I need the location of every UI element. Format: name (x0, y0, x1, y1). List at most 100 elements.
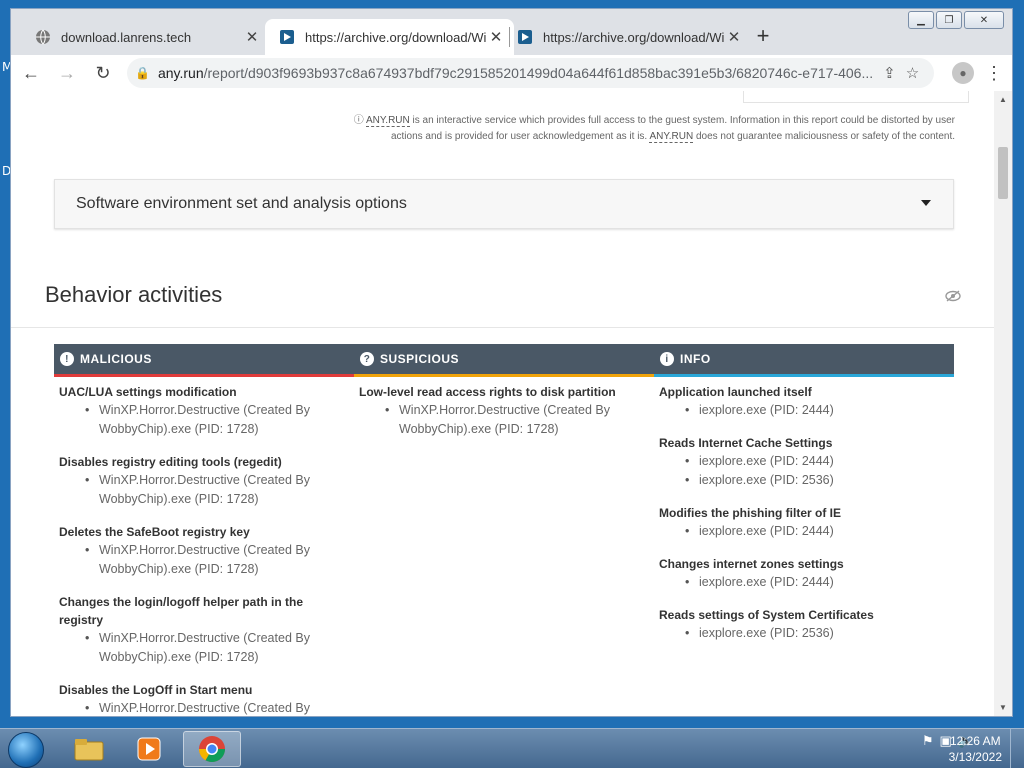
tab-archive-active[interactable]: https://archive.org/download/Wi ✕ (265, 19, 514, 55)
scroll-up-icon[interactable]: ▲ (994, 95, 1012, 104)
maximize-icon[interactable]: ❐ (936, 11, 962, 29)
process-entry[interactable]: WinXP.Horror.Destructive (Created By Wob… (59, 541, 349, 579)
tab-title: download.lanrens.tech (61, 29, 192, 45)
behavior-item[interactable]: UAC/LUA settings modification WinXP.Horro… (59, 383, 349, 439)
profile-avatar-icon[interactable]: ● (952, 62, 974, 84)
taskbar: ⚑ ▣ 🔈 12:26 AM 3/13/2022 (0, 728, 1024, 768)
behavior-item-title: Deletes the SafeBoot registry key (59, 525, 250, 539)
behavior-item-title: Modifies the phishing filter of IE (659, 506, 841, 520)
behavior-item[interactable]: Modifies the phishing filter of IE iexplo… (659, 504, 949, 541)
tab-close-icon[interactable]: ✕ (244, 28, 260, 46)
tab-strip: download.lanrens.tech ✕ https://archive.… (11, 9, 1012, 55)
taskbar-clock[interactable]: 12:26 AM 3/13/2022 (949, 733, 1002, 765)
minimize-icon[interactable]: ▁ (908, 11, 934, 29)
exclamation-icon: ! (60, 352, 74, 366)
explorer-icon[interactable] (60, 731, 118, 767)
bookmark-star-icon[interactable]: ☆ (906, 64, 919, 82)
media-player-icon[interactable] (120, 731, 178, 767)
behavior-item[interactable]: Changes internet zones settings iexplore.… (659, 555, 949, 592)
env-options-accordion[interactable]: Software environment set and analysis op… (54, 179, 954, 229)
process-entry[interactable]: iexplore.exe (PID: 2444) (659, 452, 949, 471)
divider (11, 327, 994, 328)
process-entry[interactable]: WinXP.Horror.Destructive (Created By Wob… (59, 629, 349, 667)
tab-title: https://archive.org/download/Wi (305, 29, 487, 45)
process-list: iexplore.exe (PID: 2444) (659, 573, 949, 592)
forward-arrow-icon[interactable]: → (51, 57, 83, 89)
scroll-down-icon[interactable]: ▼ (994, 703, 1012, 712)
process-list: WinXP.Horror.Destructive (Created By Wob… (359, 401, 649, 439)
browser-window: download.lanrens.tech ✕ https://archive.… (10, 8, 1013, 717)
process-list: iexplore.exe (PID: 2444) (659, 401, 949, 420)
behavior-item-title: Low-level read access rights to disk par… (359, 385, 616, 399)
behavior-item[interactable]: Application launched itself iexplore.exe … (659, 383, 949, 420)
behavior-item[interactable]: Low-level read access rights to disk par… (359, 383, 649, 439)
behavior-item[interactable]: Disables the LogOff in Start menu WinXP.H… (59, 681, 349, 716)
back-arrow-icon[interactable]: ← (15, 57, 47, 89)
behavior-item-title: Reads Internet Cache Settings (659, 436, 833, 450)
scrollbar-thumb[interactable] (998, 147, 1008, 199)
suspicious-label: SUSPICIOUS (380, 352, 460, 366)
url-path: /report/d903f9693b937c8a674937bdf79c2915… (203, 65, 874, 81)
process-list: iexplore.exe (PID: 2444) (659, 522, 949, 541)
behavior-item-title: Application launched itself (659, 385, 812, 399)
tab-archive[interactable]: https://archive.org/download/Wi ✕ (503, 19, 752, 55)
address-bar[interactable]: 🔒 any.run /report/d903f9693b937c8a674937… (127, 58, 934, 88)
info-icon: ⓘ (353, 115, 364, 126)
process-entry[interactable]: iexplore.exe (PID: 2536) (659, 624, 949, 643)
process-entry[interactable]: iexplore.exe (PID: 2444) (659, 522, 949, 541)
reload-icon[interactable]: ↻ (87, 57, 119, 89)
tab-download-lanrens[interactable]: download.lanrens.tech ✕ (21, 19, 270, 55)
close-window-icon[interactable]: ✕ (964, 11, 1004, 29)
process-list: iexplore.exe (PID: 2444)iexplore.exe (PI… (659, 452, 949, 490)
behavior-columns: ! MALICIOUS UAC/LUA settings modification… (54, 344, 954, 716)
env-options-title: Software environment set and analysis op… (76, 195, 407, 212)
behavior-item-title: Changes internet zones settings (659, 557, 844, 571)
show-desktop-button[interactable] (1010, 729, 1024, 768)
window-controls: ▁ ❐ ✕ (908, 11, 1004, 29)
new-tab-icon[interactable]: + (751, 23, 775, 49)
behavior-item-title: UAC/LUA settings modification (59, 385, 237, 399)
action-center-flag-icon[interactable]: ⚑ (922, 733, 934, 749)
process-list: WinXP.Horror.Destructive (Created By Wob… (59, 629, 349, 667)
tab-close-icon[interactable]: ✕ (726, 28, 742, 46)
suspicious-list: Low-level read access rights to disk par… (354, 377, 654, 439)
behavior-item[interactable]: Reads settings of System Certificates iex… (659, 606, 949, 643)
process-entry[interactable]: iexplore.exe (PID: 2536) (659, 471, 949, 490)
process-list: iexplore.exe (PID: 2536) (659, 624, 949, 643)
notice-text: does not guarantee maliciousness or safe… (693, 131, 955, 142)
process-entry[interactable]: WinXP.Horror.Destructive (Created By Wob… (59, 471, 349, 509)
process-list: WinXP.Horror.Destructive (Created By Wob… (59, 541, 349, 579)
process-entry[interactable]: iexplore.exe (PID: 2444) (659, 401, 949, 420)
behavior-item[interactable]: Reads Internet Cache Settings iexplore.ex… (659, 434, 949, 490)
anyrun-brand: ANY.RUN (649, 131, 694, 143)
behavior-item-title: Disables registry editing tools (regedit… (59, 455, 282, 469)
eye-slash-icon[interactable] (945, 290, 961, 305)
page-scrollbar[interactable]: ▲ ▼ (994, 91, 1012, 716)
lock-icon[interactable]: 🔒 (135, 66, 150, 80)
malicious-label: MALICIOUS (80, 352, 152, 366)
behavior-item[interactable]: Deletes the SafeBoot registry key WinXP.H… (59, 523, 349, 579)
behavior-item[interactable]: Changes the login/logoff helper path in … (59, 593, 349, 667)
process-entry[interactable]: WinXP.Horror.Destructive (Created By Wob… (359, 401, 649, 439)
chrome-icon[interactable] (183, 731, 241, 767)
start-button-icon[interactable] (8, 732, 44, 768)
caret-down-icon (921, 200, 931, 206)
behavior-item-title: Reads settings of System Certificates (659, 608, 874, 622)
behavior-item[interactable]: Disables registry editing tools (regedit… (59, 453, 349, 509)
process-entry[interactable]: WinXP.Horror.Destructive (Created By Wob… (59, 699, 349, 716)
page-content: ⓘ ANY.RUN is an interactive service whic… (11, 91, 994, 716)
process-entry[interactable]: iexplore.exe (PID: 2444) (659, 573, 949, 592)
process-list: WinXP.Horror.Destructive (Created By Wob… (59, 471, 349, 509)
process-entry[interactable]: WinXP.Horror.Destructive (Created By Wob… (59, 401, 349, 439)
suspicious-column: ? SUSPICIOUS Low-level read access rights… (354, 344, 654, 716)
info-column: i INFO Application launched itself iexplor… (654, 344, 954, 716)
tab-close-icon[interactable]: ✕ (488, 28, 504, 46)
process-list: WinXP.Horror.Destructive (Created By Wob… (59, 401, 349, 439)
anyrun-icon (518, 30, 532, 44)
menu-dots-icon[interactable]: ⋮ (982, 63, 1006, 84)
anyrun-icon (280, 30, 294, 44)
share-icon[interactable]: ⇪ (883, 64, 896, 82)
anyrun-brand: ANY.RUN (366, 115, 410, 127)
behavior-item-title: Changes the login/logoff helper path in … (59, 595, 303, 627)
info-label: INFO (680, 352, 711, 366)
